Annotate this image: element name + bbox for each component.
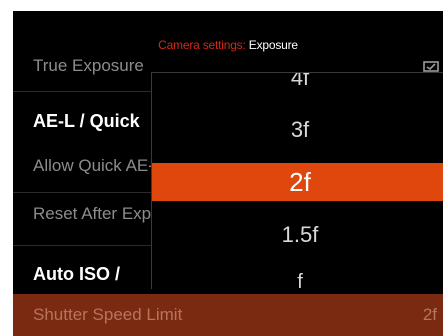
picker-option[interactable]: 1.5f (152, 213, 443, 257)
camera-settings-screen: Camera settings: Exposure True Exposure … (13, 11, 443, 336)
row-label: Shutter Speed Limit (33, 305, 183, 324)
breadcrumb-current: Exposure (248, 38, 298, 52)
row-label: True Exposure (33, 56, 144, 75)
picker-option[interactable]: 3f (152, 108, 443, 152)
breadcrumb-parent[interactable]: Camera settings: (158, 38, 246, 52)
row-label: Allow Quick AE-L (33, 156, 164, 175)
breadcrumb-header: Camera settings: Exposure (13, 11, 443, 52)
picker-option[interactable]: f (152, 265, 443, 289)
value-picker-popup[interactable]: 4f 3f 2f 1.5f f (151, 72, 443, 289)
toggle-icon (423, 56, 439, 72)
picker-option-selected[interactable]: 2f (152, 163, 443, 201)
section-label: AE-L / Quick (33, 111, 140, 131)
menu-row-shutter-speed-limit[interactable]: Shutter Speed Limit 2f (13, 294, 443, 336)
row-value: 2f (422, 305, 437, 324)
picker-option[interactable]: 4f (152, 73, 443, 95)
section-label: Auto ISO / (33, 264, 120, 284)
